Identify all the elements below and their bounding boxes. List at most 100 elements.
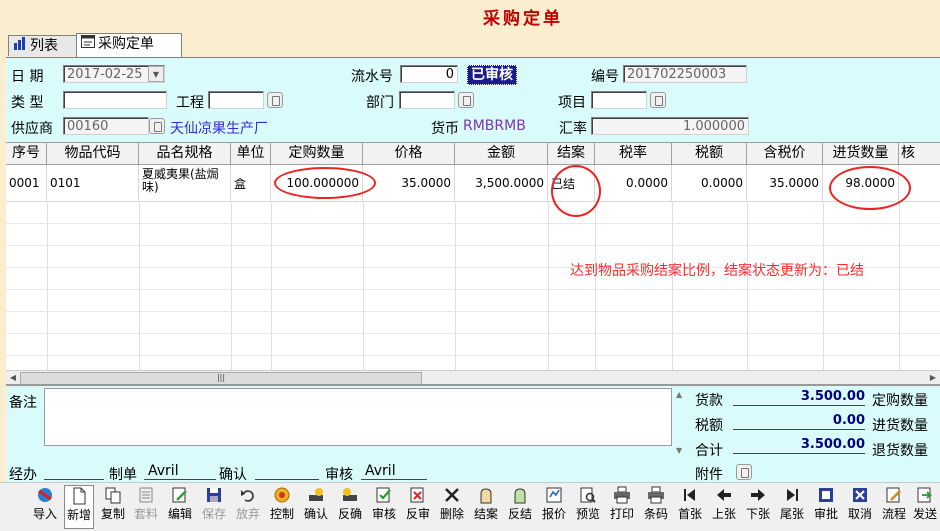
audit-button[interactable]: 审核 (369, 485, 399, 529)
cell-price[interactable]: 35.0000 (363, 165, 455, 201)
column-header[interactable]: 价格 (363, 143, 455, 164)
delete-button[interactable]: 删除 (437, 485, 467, 529)
column-header[interactable]: 税率 (595, 143, 672, 164)
grid-line (899, 201, 900, 371)
quote-button[interactable]: 报价 (539, 485, 569, 529)
save-button[interactable]: 保存 (199, 485, 229, 529)
grid-line (139, 201, 140, 371)
next-record-button[interactable]: 下张 (743, 485, 773, 529)
dept-field[interactable] (399, 91, 455, 109)
column-header[interactable]: 核 (899, 143, 940, 164)
approval-button[interactable]: 审批 (811, 485, 841, 529)
cell-item-name[interactable]: 夏威夷果(盐焗味) (139, 165, 231, 201)
column-header[interactable]: 品名规格 (139, 143, 231, 164)
cell-tax-rate[interactable]: 0.0000 (595, 165, 672, 201)
cell-tax[interactable]: 0.0000 (672, 165, 747, 201)
print-button[interactable]: 打印 (607, 485, 637, 529)
last-record-button[interactable]: 尾张 (777, 485, 807, 529)
prev-record-button[interactable]: 上张 (709, 485, 739, 529)
unaudit-button[interactable]: 反审 (403, 485, 433, 529)
toolbar-label: 删除 (439, 507, 464, 521)
import-button[interactable]: 导入 (30, 485, 60, 529)
serial-field[interactable]: 0 (400, 65, 458, 83)
type-label: 类 型 (11, 95, 44, 111)
table-row[interactable]: 0001 0101 夏威夷果(盐焗味) 盒 100.000000 35.0000… (6, 165, 940, 202)
total-amount: 3.500.00 (733, 437, 865, 454)
column-header[interactable]: 含税价 (747, 143, 823, 164)
column-header[interactable]: 物品代码 (47, 143, 139, 164)
copy-icon (105, 487, 121, 504)
discard-button[interactable]: 放弃 (233, 485, 263, 529)
tab-list[interactable]: 列表 (8, 35, 80, 56)
confirm-button[interactable]: 确认 (301, 485, 331, 529)
type-field[interactable] (63, 91, 167, 109)
highlight-closed (551, 165, 601, 217)
supplier-picker-icon[interactable] (149, 118, 165, 134)
project-field[interactable] (208, 91, 264, 109)
column-header[interactable]: 进货数量 (823, 143, 899, 164)
undo-icon (241, 490, 254, 502)
first-record-button[interactable]: 首张 (675, 485, 705, 529)
scroll-up-icon[interactable]: ▲ (676, 390, 682, 399)
scroll-right-icon[interactable]: ▶ (926, 371, 940, 385)
toolbar-label: 反确 (337, 507, 362, 521)
material-button[interactable]: 套料 (131, 485, 161, 529)
close-case-button[interactable]: 结案 (471, 485, 501, 529)
column-header[interactable]: 单位 (231, 143, 271, 164)
scroll-down-icon[interactable]: ▼ (676, 446, 682, 455)
column-header[interactable]: 结案 (548, 143, 595, 164)
remark-textarea[interactable] (44, 388, 672, 446)
cell-tax-price[interactable]: 35.0000 (747, 165, 823, 201)
barcode-icon (648, 486, 664, 504)
toolbar-label: 套料 (133, 507, 158, 521)
remark-label: 备注 (9, 395, 37, 411)
workflow-button[interactable]: 流程 (879, 485, 909, 529)
copy-button[interactable]: 复制 (98, 485, 128, 529)
dept-label: 部门 (366, 95, 394, 111)
bar-chart-icon (13, 36, 27, 56)
number-label: 编号 (591, 69, 619, 85)
toolbar-label: 首张 (677, 507, 702, 521)
scroll-left-icon[interactable]: ◀ (6, 371, 20, 385)
toolbar-label: 上张 (711, 507, 736, 521)
column-header[interactable]: 定购数量 (271, 143, 363, 164)
cell-amount[interactable]: 3,500.0000 (455, 165, 548, 201)
cell-item-code[interactable]: 0101 (47, 165, 139, 201)
cell-seq[interactable]: 0001 (6, 165, 47, 201)
chevron-down-icon[interactable]: ▼ (148, 66, 164, 82)
confirm-icon (309, 488, 323, 501)
edit-button[interactable]: 编辑 (165, 485, 195, 529)
column-header[interactable]: 税额 (672, 143, 747, 164)
tab-purchase-order[interactable]: 采购定单 (76, 33, 182, 57)
cancel-button[interactable]: 取消 (845, 485, 875, 529)
header-form: 日 期 2017-02-25 ▼ 流水号 0 已审核 编号 2017022500… (6, 58, 940, 142)
item-field[interactable] (591, 91, 647, 109)
horizontal-scrollbar[interactable]: ◀ ||| ▶ (6, 370, 940, 385)
dept-picker-icon[interactable] (458, 92, 474, 108)
cell-unit[interactable]: 盒 (231, 165, 271, 201)
confirm-label: 确认 (219, 467, 247, 483)
project-picker-icon[interactable] (267, 92, 283, 108)
send-button[interactable]: 发送 (910, 485, 940, 529)
preview-button[interactable]: 预览 (573, 485, 603, 529)
rate-field[interactable]: 1.000000 (591, 117, 749, 135)
item-picker-icon[interactable] (650, 92, 666, 108)
attachment-icon[interactable] (736, 464, 752, 480)
control-icon (274, 487, 290, 503)
control-button[interactable]: 控制 (267, 485, 297, 529)
number-field[interactable]: 201702250003 (623, 65, 747, 83)
barcode-button[interactable]: 条码 (641, 485, 671, 529)
grid-line (6, 289, 940, 290)
column-header[interactable]: 序号 (6, 143, 47, 164)
column-header[interactable]: 金额 (455, 143, 548, 164)
supplier-code-field[interactable]: 00160 (63, 117, 149, 135)
reopen-case-button[interactable]: 反结 (505, 485, 535, 529)
material-icon (139, 487, 153, 503)
unconfirm-button[interactable]: 反确 (335, 485, 365, 529)
reopen-case-icon (514, 488, 526, 504)
rate-label: 汇率 (559, 121, 587, 137)
status-badge: 已审核 (467, 65, 517, 85)
grid-line (6, 223, 940, 224)
send-icon (917, 487, 933, 503)
new-button[interactable]: 新增 (64, 485, 94, 529)
